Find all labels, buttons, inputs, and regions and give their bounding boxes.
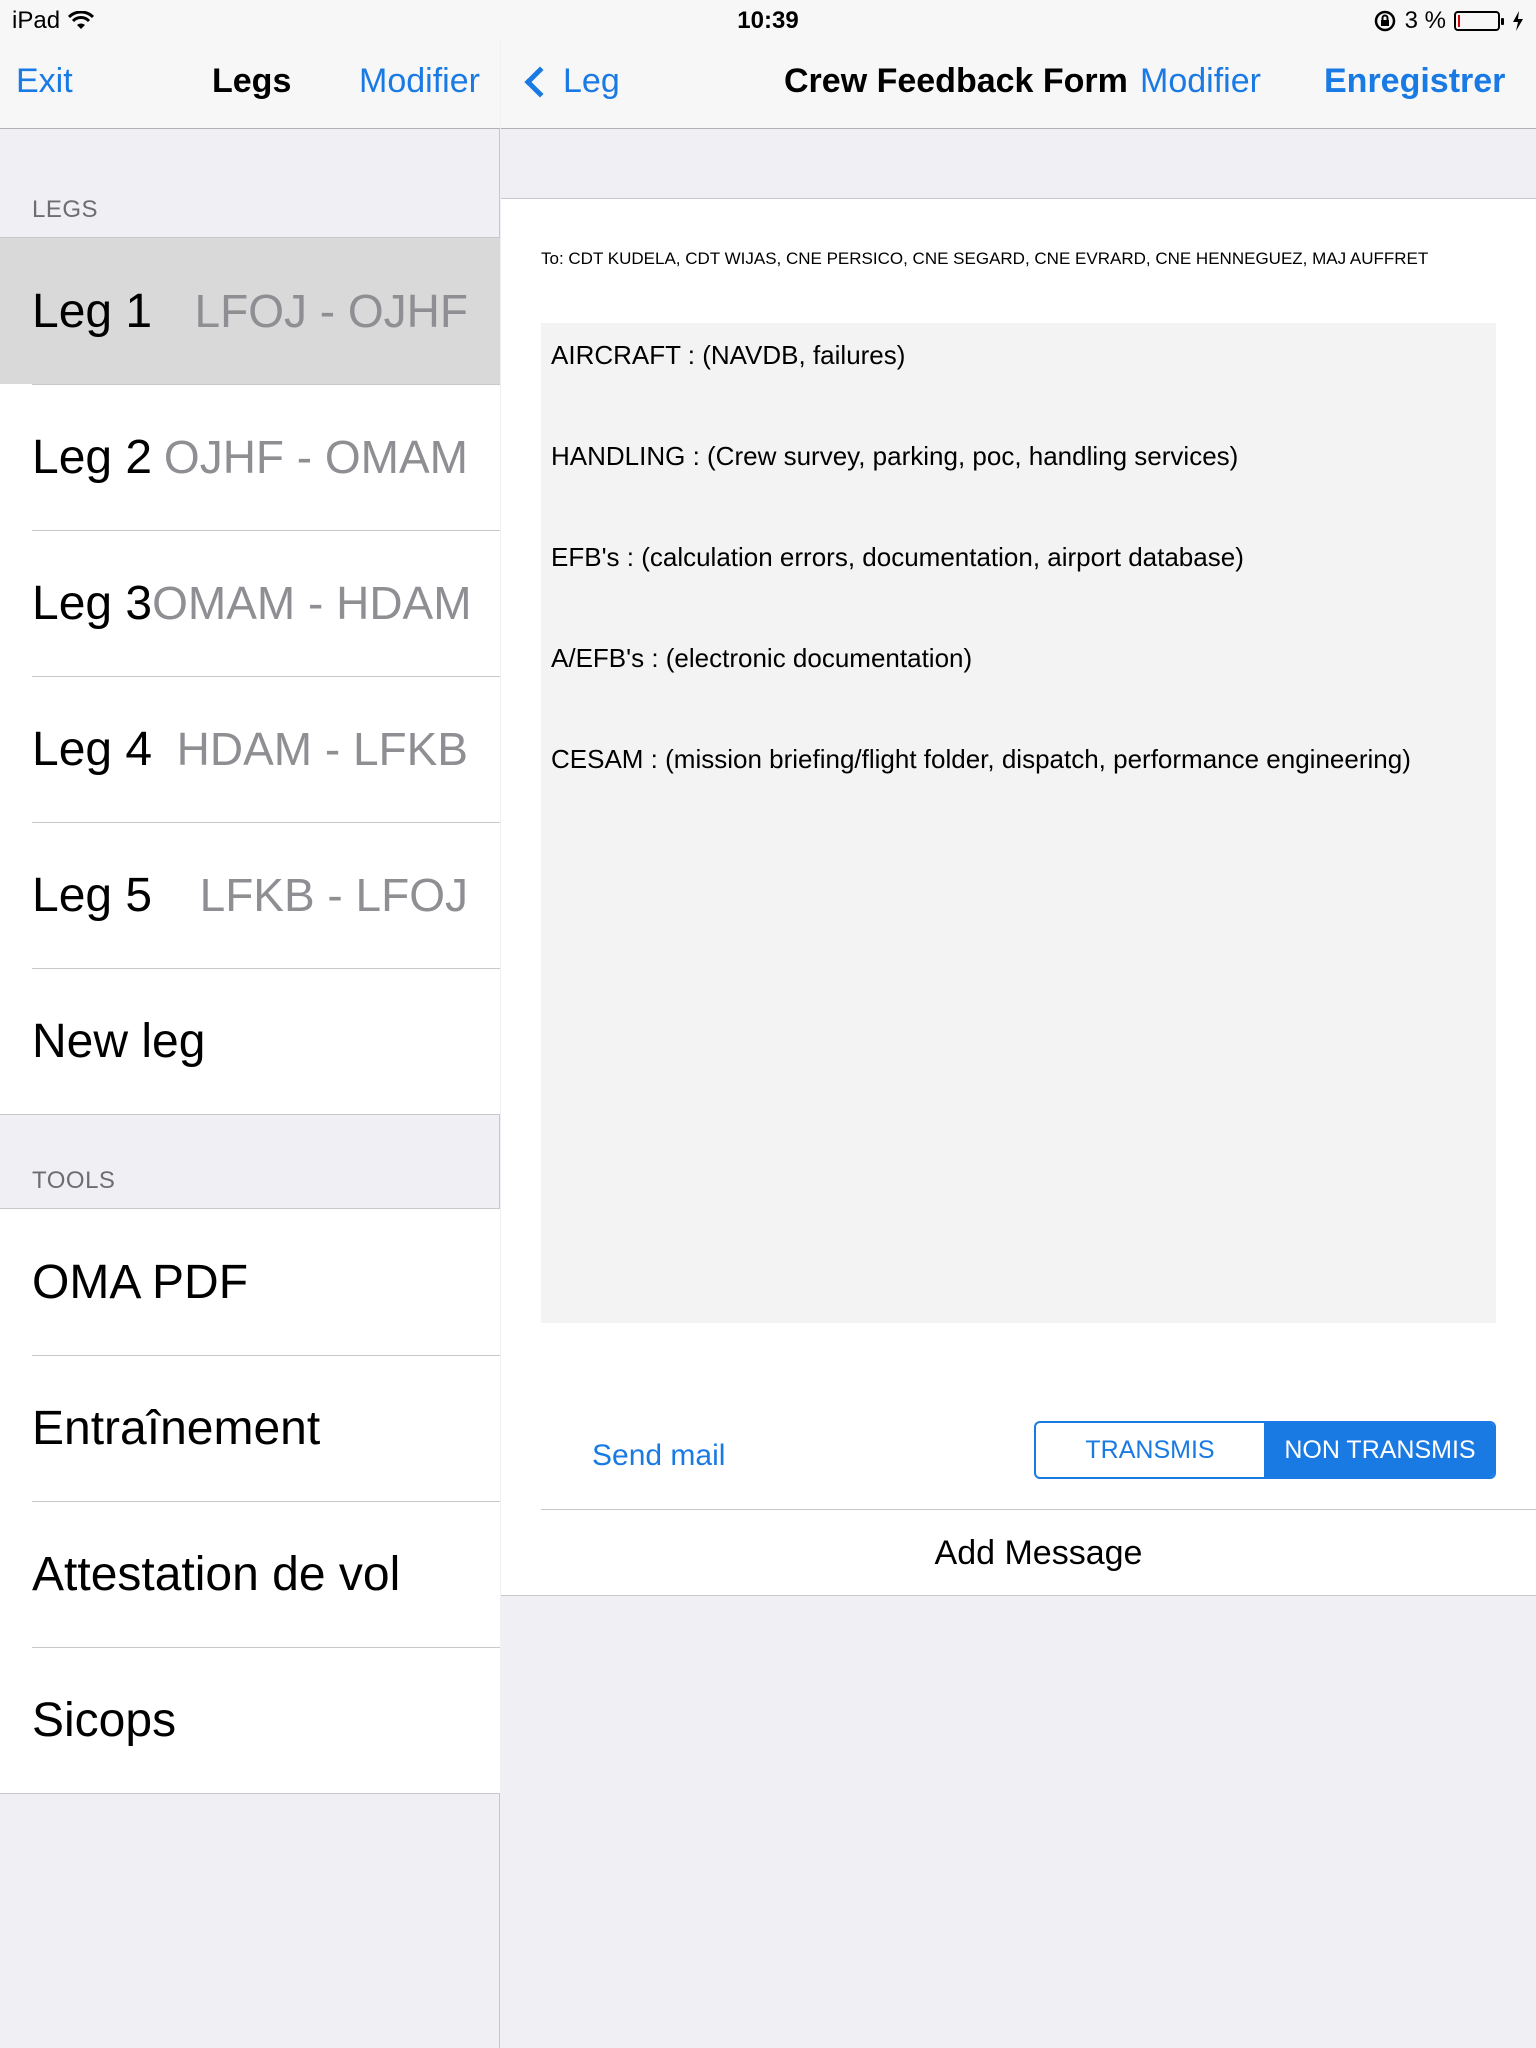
recipients-line: To: CDT KUDELA, CDT WIJAS, CNE PERSICO, … [541,249,1429,268]
form-line-aircraft: AIRCRAFT : (NAVDB, failures) [551,340,906,370]
leg-route: LFOJ - OJHF [194,285,468,337]
send-mail-button[interactable]: Send mail [592,1439,725,1473]
back-label: Leg [563,62,620,100]
tools-list: OMA PDF Entraînement Attestation de vol … [0,1208,500,1794]
back-button[interactable]: Leg [523,62,620,101]
leg-label: Leg 4 [32,722,153,776]
master-title: Legs [212,62,292,100]
battery-icon [1454,11,1504,31]
tool-row-oma-pdf[interactable]: OMA PDF [0,1209,500,1355]
tool-label: Entraînement [32,1401,321,1455]
detail-pane: Leg Crew Feedback Form Modifier Enregist… [501,0,1536,2048]
leg-row-1[interactable]: Leg 1 LFOJ - OJHF [0,238,500,384]
charging-icon [1513,11,1523,31]
tool-row-entrainement[interactable]: Entraînement [0,1355,500,1501]
form-line-efb: EFB's : (calculation errors, documentati… [551,542,1244,572]
leg-route: HDAM - LFKB [176,723,468,775]
leg-route: OMAM - HDAM [152,577,472,629]
master-pane: Exit Legs Modifier LEGS Leg 1 LFOJ - OJH… [0,0,500,2048]
form-line-cesam: CESAM : (mission briefing/flight folder,… [551,744,1411,774]
tool-label: Sicops [32,1693,177,1747]
tool-label: OMA PDF [32,1255,249,1309]
new-leg-row[interactable]: New leg [0,968,500,1114]
tools-section-header: TOOLS [32,1167,116,1194]
leg-route: LFKB - LFOJ [199,869,468,921]
detail-navigation-bar: Leg Crew Feedback Form Modifier Enregist… [501,40,1536,129]
battery-percent: 3 % [1404,7,1446,34]
tool-row-sicops[interactable]: Sicops [0,1647,500,1793]
leg-row-3[interactable]: Leg 3 OMAM - HDAM [0,530,500,676]
leg-row-5[interactable]: Leg 5 LFKB - LFOJ [0,822,500,968]
form-line-aefb: A/EFB's : (electronic documentation) [551,643,973,673]
segment-non-transmis[interactable]: NON TRANSMIS [1264,1423,1494,1477]
save-button[interactable]: Enregistrer [1324,62,1505,101]
status-time: 10:39 [737,7,799,34]
transmission-segmented-control: TRANSMIS NON TRANSMIS [1034,1421,1496,1479]
add-message-label: Add Message [934,1533,1143,1572]
tool-row-attestation[interactable]: Attestation de vol [0,1501,500,1647]
segment-transmis[interactable]: TRANSMIS [1036,1423,1264,1477]
master-edit-button[interactable]: Modifier [359,62,480,101]
legs-section-header: LEGS [32,196,99,223]
leg-label: Leg 5 [32,868,153,922]
leg-label: Leg 3 [32,576,153,630]
add-message-button[interactable]: Add Message [541,1509,1536,1596]
feedback-form-card: To: CDT KUDELA, CDT WIJAS, CNE PERSICO, … [501,198,1536,1596]
detail-title: Crew Feedback Form [784,62,1128,100]
leg-route: OJHF - OMAM [163,431,468,483]
leg-row-4[interactable]: Leg 4 HDAM - LFKB [0,676,500,822]
leg-label: Leg 1 [32,284,153,338]
exit-button[interactable]: Exit [16,62,73,101]
detail-edit-button[interactable]: Modifier [1140,62,1261,101]
status-bar: iPad 10:39 3 % [0,0,1536,40]
master-navigation-bar: Exit Legs Modifier [0,40,500,129]
rotation-lock-icon [1374,10,1395,32]
chevron-left-icon [524,65,556,98]
leg-row-2[interactable]: Leg 2 OJHF - OMAM [0,384,500,530]
legs-list: Leg 1 LFOJ - OJHF Leg 2 OJHF - OMAM Leg … [0,237,500,1115]
new-leg-label: New leg [32,1014,206,1068]
leg-label: Leg 2 [32,430,153,484]
feedback-text-area[interactable]: AIRCRAFT : (NAVDB, failures) HANDLING : … [541,323,1496,1323]
form-line-handling: HANDLING : (Crew survey, parking, poc, h… [551,441,1239,471]
tool-label: Attestation de vol [32,1547,401,1601]
